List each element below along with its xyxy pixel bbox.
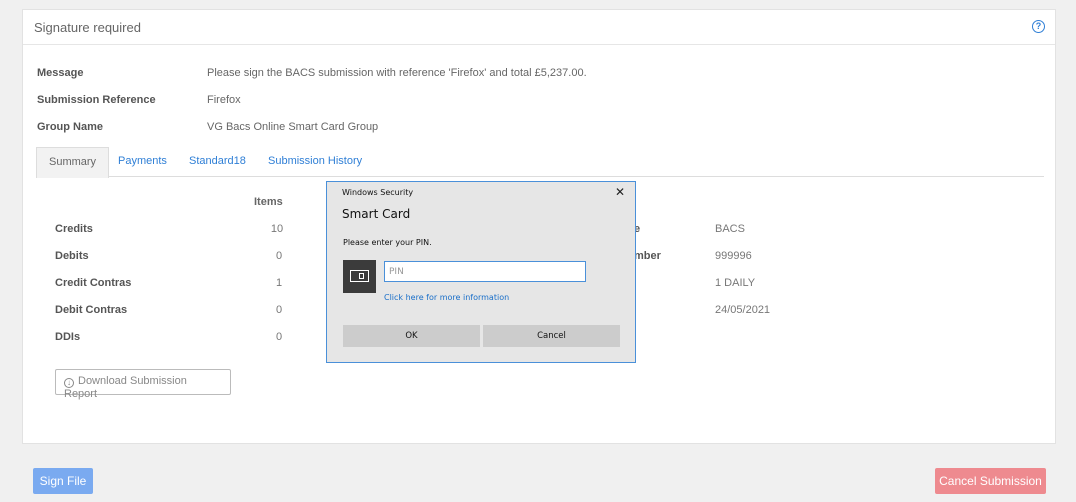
items-column-header: Items — [254, 196, 283, 208]
summary-row-label: DDIs — [55, 331, 81, 343]
download-report-button[interactable]: ↓ Download Submission Report — [55, 369, 231, 400]
dialog-title: Smart Card — [342, 207, 411, 221]
close-icon[interactable]: ✕ — [615, 185, 625, 199]
tab-submission-history[interactable]: Submission History — [256, 147, 374, 177]
info-label: Submission Reference — [37, 94, 156, 106]
details-label: mber — [634, 250, 661, 262]
info-value: Firefox — [207, 94, 241, 106]
card-outline — [350, 270, 369, 282]
cancel-button[interactable]: Cancel — [483, 325, 620, 347]
tab-summary[interactable]: Summary — [36, 147, 110, 178]
download-circle-icon: ↓ — [64, 378, 74, 388]
summary-row-items: 10 — [270, 223, 284, 235]
question-circle-icon[interactable]: ? — [1032, 20, 1045, 33]
tab-standard18[interactable]: Standard18 — [177, 147, 258, 177]
download-label: Download Submission Report — [64, 375, 187, 400]
summary-row-label: Debits — [55, 250, 89, 262]
panel-header: Signature required ? — [23, 10, 1055, 45]
details-value: BACS — [715, 223, 745, 235]
details-value: 24/05/2021 — [715, 304, 771, 316]
info-value: VG Bacs Online Smart Card Group — [207, 121, 379, 133]
details-value: 999996 — [715, 250, 752, 262]
more-info-link[interactable]: Click here for more information — [384, 293, 509, 302]
cancel-submission-button[interactable]: Cancel Submission — [935, 468, 1046, 494]
panel-title: Signature required — [34, 20, 141, 35]
summary-row-items: 0 — [275, 331, 283, 343]
pin-input[interactable] — [384, 261, 586, 282]
windows-security-dialog: Windows Security ✕ Smart Card Please ent… — [326, 181, 636, 363]
info-label: Group Name — [37, 121, 104, 133]
smart-card-icon — [343, 260, 376, 293]
dialog-prompt: Please enter your PIN. — [343, 238, 432, 247]
dialog-caption: Windows Security — [342, 188, 414, 197]
ok-button[interactable]: OK — [343, 325, 480, 347]
summary-row-label: Credit Contras — [55, 277, 132, 289]
summary-row-label: Credits — [55, 223, 93, 235]
details-value: 1 DAILY — [715, 277, 756, 289]
info-value: Please sign the BACS submission with ref… — [207, 67, 587, 79]
tab-payments[interactable]: Payments — [106, 147, 179, 177]
summary-row-label: Debit Contras — [55, 304, 128, 316]
summary-row-items: 1 — [275, 277, 283, 289]
info-label: Message — [37, 67, 84, 79]
summary-row-items: 0 — [275, 250, 283, 262]
sign-file-button[interactable]: Sign File — [33, 468, 93, 494]
card-chip — [359, 273, 364, 279]
tab-bar: Summary Payments Standard18 Submission H… — [36, 147, 1044, 178]
summary-row-items: 0 — [275, 304, 283, 316]
